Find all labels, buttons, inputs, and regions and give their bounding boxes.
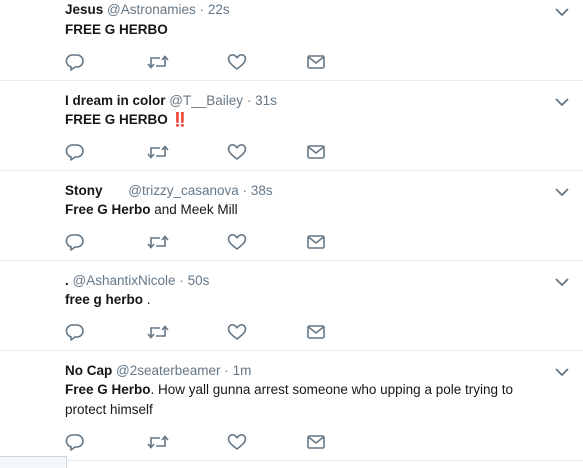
tweet-timestamp[interactable]: 50s (188, 273, 210, 288)
reply-icon (65, 53, 85, 71)
direct-message-button[interactable] (306, 53, 326, 71)
heart-icon (227, 53, 247, 71)
tweet[interactable]: I dream in color @T__Bailey · 31s FREE G… (0, 81, 583, 171)
tweet-text-rest: and Meek Mill (150, 202, 238, 217)
envelope-icon (306, 233, 326, 251)
tweet[interactable]: . @AshantixNicole · 50s free g herbo . (0, 261, 583, 351)
envelope-icon (306, 433, 326, 451)
author-name[interactable]: No Cap (65, 363, 112, 378)
retweet-icon (147, 323, 169, 341)
author-handle[interactable]: @AshantixNicole (73, 273, 176, 288)
tweet-actions (65, 233, 345, 251)
tweet-text-bold: FREE G HERBO (65, 22, 168, 37)
author-name[interactable]: Stony (65, 183, 103, 198)
heart-icon (227, 143, 247, 161)
retweet-icon (147, 53, 169, 71)
like-button[interactable] (227, 53, 247, 71)
tweet-actions (65, 143, 345, 161)
chevron-down-icon[interactable] (554, 366, 570, 378)
like-button[interactable] (227, 433, 247, 451)
author-handle[interactable]: @2seaterbeamer (116, 363, 221, 378)
retweet-icon (147, 233, 169, 251)
retweet-icon (147, 143, 169, 161)
reply-icon (65, 233, 85, 251)
author-handle[interactable]: @trizzy_casanova (128, 183, 239, 198)
reply-icon (65, 433, 85, 451)
tweet-text: free g herbo . (65, 290, 545, 310)
retweet-icon (147, 433, 169, 451)
direct-message-button[interactable] (306, 323, 326, 341)
chevron-down-icon[interactable] (554, 6, 570, 18)
reply-button[interactable] (65, 323, 85, 341)
heart-icon (227, 323, 247, 341)
double-exclamation-emoji: ‼️ (171, 112, 189, 127)
tweet-header: Jesus @Astronamies · 22s (65, 1, 230, 19)
tweet-actions (65, 433, 345, 451)
tweet-text: Free G Herbo. How yall gunna arrest some… (65, 380, 540, 420)
retweet-button[interactable] (147, 323, 169, 341)
tweet-header: Stony @trizzy_casanova · 38s (65, 182, 273, 200)
author-handle[interactable]: @T__Bailey (169, 93, 243, 108)
tweet-header: I dream in color @T__Bailey · 31s (65, 92, 277, 110)
tweet-actions (65, 323, 345, 341)
reply-button[interactable] (65, 53, 85, 71)
like-button[interactable] (227, 233, 247, 251)
separator-dot: · (246, 93, 252, 108)
tweet-actions (65, 53, 345, 71)
heart-icon (227, 233, 247, 251)
author-name[interactable]: I dream in color (65, 93, 166, 108)
tweet-text-bold: free g herbo (65, 292, 144, 307)
reply-icon (65, 143, 85, 161)
separator-dot: · (224, 363, 229, 378)
heart-icon (227, 433, 247, 451)
separator-dot: · (242, 183, 248, 198)
author-name[interactable]: . (65, 273, 69, 288)
like-button[interactable] (227, 143, 247, 161)
direct-message-button[interactable] (306, 233, 326, 251)
author-name[interactable]: Jesus (65, 2, 103, 17)
tweet-text: Free G Herbo and Meek Mill (65, 200, 545, 220)
envelope-icon (306, 53, 326, 71)
direct-message-button[interactable] (306, 143, 326, 161)
envelope-icon (306, 143, 326, 161)
tweet-timestamp[interactable]: 1m (233, 363, 252, 378)
envelope-icon (306, 323, 326, 341)
retweet-button[interactable] (147, 53, 169, 71)
chevron-down-icon[interactable] (554, 186, 570, 198)
tweet-text-bold: Free G Herbo (65, 202, 151, 217)
reply-button[interactable] (65, 233, 85, 251)
tweet[interactable]: Jesus @Astronamies · 22s FREE G HERBO (0, 0, 583, 81)
like-button[interactable] (227, 323, 247, 341)
tweet[interactable]: Stony @trizzy_casanova · 38s Free G Herb… (0, 171, 583, 261)
retweet-button[interactable] (147, 233, 169, 251)
chevron-down-icon[interactable] (554, 96, 570, 108)
separator-dot: · (199, 2, 205, 17)
reply-icon (65, 323, 85, 341)
bottom-panel-tab[interactable] (0, 456, 67, 468)
reply-button[interactable] (65, 143, 85, 161)
tweet-text: FREE G HERBO (65, 20, 545, 40)
tweet-text-rest: . (143, 292, 151, 307)
tweet[interactable]: No Cap @2seaterbeamer · 1m Free G Herbo.… (0, 351, 583, 461)
tweet-text: FREE G HERBO ‼️ (65, 110, 545, 130)
chevron-down-icon[interactable] (554, 276, 570, 288)
retweet-button[interactable] (147, 143, 169, 161)
tweet-timestamp[interactable]: 31s (255, 93, 277, 108)
tweet-header: . @AshantixNicole · 50s (65, 272, 209, 290)
separator-dot: · (179, 273, 184, 288)
tweet-text-bold: FREE G HERBO (65, 112, 168, 127)
tweet-text-bold: Free G Herbo (65, 382, 151, 397)
tweet-header: No Cap @2seaterbeamer · 1m (65, 362, 251, 380)
reply-button[interactable] (65, 433, 85, 451)
direct-message-button[interactable] (306, 433, 326, 451)
author-handle[interactable]: @Astronamies (107, 2, 196, 17)
retweet-button[interactable] (147, 433, 169, 451)
tweet-timestamp[interactable]: 22s (208, 2, 230, 17)
tweet-timestamp[interactable]: 38s (251, 183, 273, 198)
